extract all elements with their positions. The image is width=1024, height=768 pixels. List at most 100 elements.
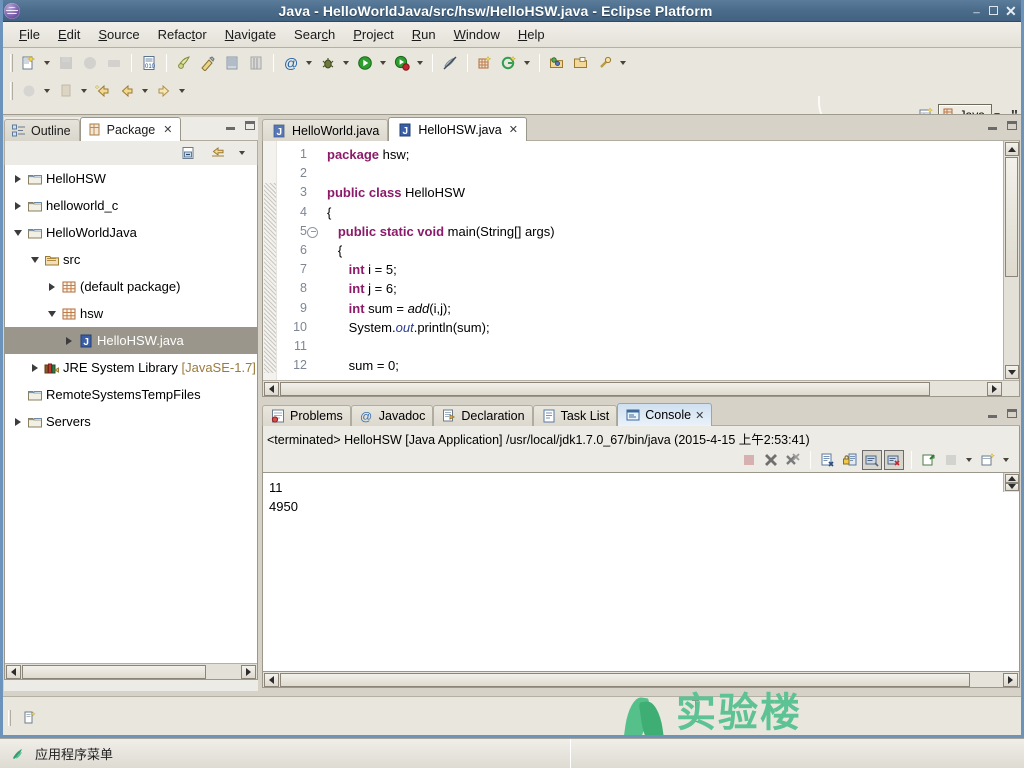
new-annotation-icon[interactable] <box>498 52 520 74</box>
word-wrap-dropdown-arrow[interactable] <box>963 449 974 471</box>
menu-source[interactable]: Source <box>89 25 148 44</box>
tree-item-hsw[interactable]: hsw <box>5 300 257 327</box>
open-type-icon[interactable] <box>221 52 243 74</box>
toolbar-overflow-icon[interactable]: " <box>1011 107 1018 115</box>
tab-package-explorer[interactable]: Package ✕ <box>79 117 182 141</box>
terminate-icon[interactable] <box>739 450 759 470</box>
menu-help[interactable]: Help <box>509 25 554 44</box>
scroll-lock-icon[interactable] <box>840 450 860 470</box>
minimize-button[interactable] <box>971 6 982 16</box>
code-line[interactable] <box>327 337 1019 356</box>
tree-item-default-package[interactable]: (default package) <box>5 273 257 300</box>
tab-console[interactable]: Console ✕ <box>617 403 713 426</box>
menu-project[interactable]: Project <box>344 25 402 44</box>
tab-helloworld-java[interactable]: J HelloWorld.java <box>262 119 389 141</box>
perspective-dropdown-arrow[interactable] <box>992 104 1003 114</box>
annotation-dropdown-arrow[interactable] <box>303 52 314 74</box>
expand-arrow-icon[interactable] <box>45 280 59 294</box>
source-code[interactable]: package hsw; public class HelloHSW { publ… <box>319 141 1019 396</box>
open-perspective-icon[interactable] <box>915 104 937 114</box>
code-line[interactable]: System.out.println(sum); <box>327 318 1019 337</box>
code-line[interactable]: int sum = add(i,j); <box>327 299 1019 318</box>
open-console-icon[interactable] <box>919 450 939 470</box>
scroll-left-button[interactable] <box>264 672 279 687</box>
remove-all-launches-icon[interactable] <box>783 450 803 470</box>
code-line[interactable]: { <box>327 241 1019 260</box>
minimize-icon[interactable] <box>224 119 237 132</box>
clear-console-icon[interactable] <box>818 450 838 470</box>
scroll-left-button[interactable] <box>264 381 279 396</box>
maximize-icon[interactable] <box>1005 119 1018 132</box>
code-line[interactable] <box>327 164 1019 183</box>
toolbar-grip-2[interactable] <box>10 82 13 100</box>
console-output[interactable]: 11 4950 <box>262 472 1020 672</box>
run-dropdown-arrow[interactable] <box>377 52 388 74</box>
save-all-icon[interactable] <box>79 52 101 74</box>
expand-arrow-icon[interactable] <box>45 307 59 321</box>
code-line[interactable]: package hsw; <box>327 145 1019 164</box>
scroll-right-button[interactable] <box>241 664 256 679</box>
code-editor[interactable]: 1 2 3 4 5 6 7 8 9 10 11 12 package hsw; public clas… <box>262 141 1020 397</box>
console-vertical-scrollbar[interactable] <box>1003 473 1019 492</box>
menu-run[interactable]: Run <box>403 25 445 44</box>
debug-dropdown-arrow[interactable] <box>340 52 351 74</box>
expand-arrow-icon[interactable] <box>11 226 25 240</box>
tree-item-hellohsw[interactable]: HelloHSW <box>5 165 257 192</box>
code-line[interactable]: { <box>327 203 1019 222</box>
collapse-all-icon[interactable] <box>177 142 199 164</box>
scroll-down-button[interactable] <box>1004 365 1019 379</box>
console-horizontal-scrollbar[interactable] <box>262 672 1020 688</box>
menu-file[interactable]: File <box>10 25 49 44</box>
tree-item-helloworldjava[interactable]: HelloWorldJava <box>5 219 257 246</box>
new-wizard-icon[interactable] <box>18 52 40 74</box>
run-icon[interactable] <box>354 52 376 74</box>
scroll-right-button[interactable] <box>987 381 1002 396</box>
maximize-icon[interactable] <box>243 119 256 132</box>
tree-item-helloworld-c[interactable]: helloworld_c <box>5 192 257 219</box>
open-file-icon[interactable] <box>570 52 592 74</box>
scroll-left-button[interactable] <box>6 664 21 679</box>
new-console-dropdown-arrow[interactable] <box>1000 449 1011 471</box>
expand-arrow-icon[interactable] <box>11 415 25 429</box>
run-coverage-icon[interactable] <box>391 52 413 74</box>
link-dropdown-arrow[interactable] <box>617 52 628 74</box>
expand-arrow-icon[interactable] <box>62 334 76 348</box>
menu-edit[interactable]: Edit <box>49 25 89 44</box>
print-icon[interactable] <box>103 52 125 74</box>
code-line[interactable]: public static void main(String[] args) <box>327 222 1019 241</box>
save-icon[interactable] <box>55 52 77 74</box>
close-icon[interactable]: ✕ <box>695 409 704 422</box>
back-history-icon[interactable] <box>92 80 114 102</box>
folding-ruler[interactable] <box>263 141 277 396</box>
back-icon[interactable] <box>116 80 138 102</box>
menu-navigate[interactable]: Navigate <box>216 25 285 44</box>
next-dropdown-arrow[interactable] <box>78 80 89 102</box>
forward-dropdown-arrow[interactable] <box>176 80 187 102</box>
prev-dropdown-arrow[interactable] <box>41 80 52 102</box>
tab-problems[interactable]: Problems <box>262 405 351 426</box>
maximize-icon[interactable] <box>1005 407 1018 420</box>
perspective-java-button[interactable]: Java <box>937 104 992 114</box>
scroll-thumb[interactable] <box>22 664 206 679</box>
back-dropdown-arrow[interactable] <box>139 80 150 102</box>
menu-refactor[interactable]: Refactor <box>149 25 216 44</box>
tree-item-remotesystemstempfiles[interactable]: RemoteSystemsTempFiles <box>5 381 257 408</box>
minimize-icon[interactable] <box>986 407 999 420</box>
status-grip[interactable] <box>8 709 11 726</box>
menu-window[interactable]: Window <box>445 25 509 44</box>
close-icon[interactable]: ✕ <box>163 123 172 136</box>
display-selected-console-icon[interactable] <box>884 450 904 470</box>
open-task-icon[interactable] <box>245 52 267 74</box>
next-annotation-icon[interactable] <box>55 80 77 102</box>
application-menu-icon[interactable] <box>10 746 26 762</box>
search-icon[interactable] <box>173 52 195 74</box>
word-wrap-icon[interactable] <box>941 450 961 470</box>
editor-horizontal-scrollbar[interactable] <box>263 380 1019 396</box>
scroll-up-button[interactable] <box>1004 474 1019 483</box>
tree-item-servers[interactable]: Servers <box>5 408 257 435</box>
pin-console-icon[interactable] <box>862 450 882 470</box>
code-line[interactable]: sum = 0; <box>327 356 1019 375</box>
previous-annotation-icon[interactable] <box>18 80 40 102</box>
view-menu-icon[interactable] <box>236 142 247 164</box>
annotation-icon[interactable]: @ <box>280 52 302 74</box>
